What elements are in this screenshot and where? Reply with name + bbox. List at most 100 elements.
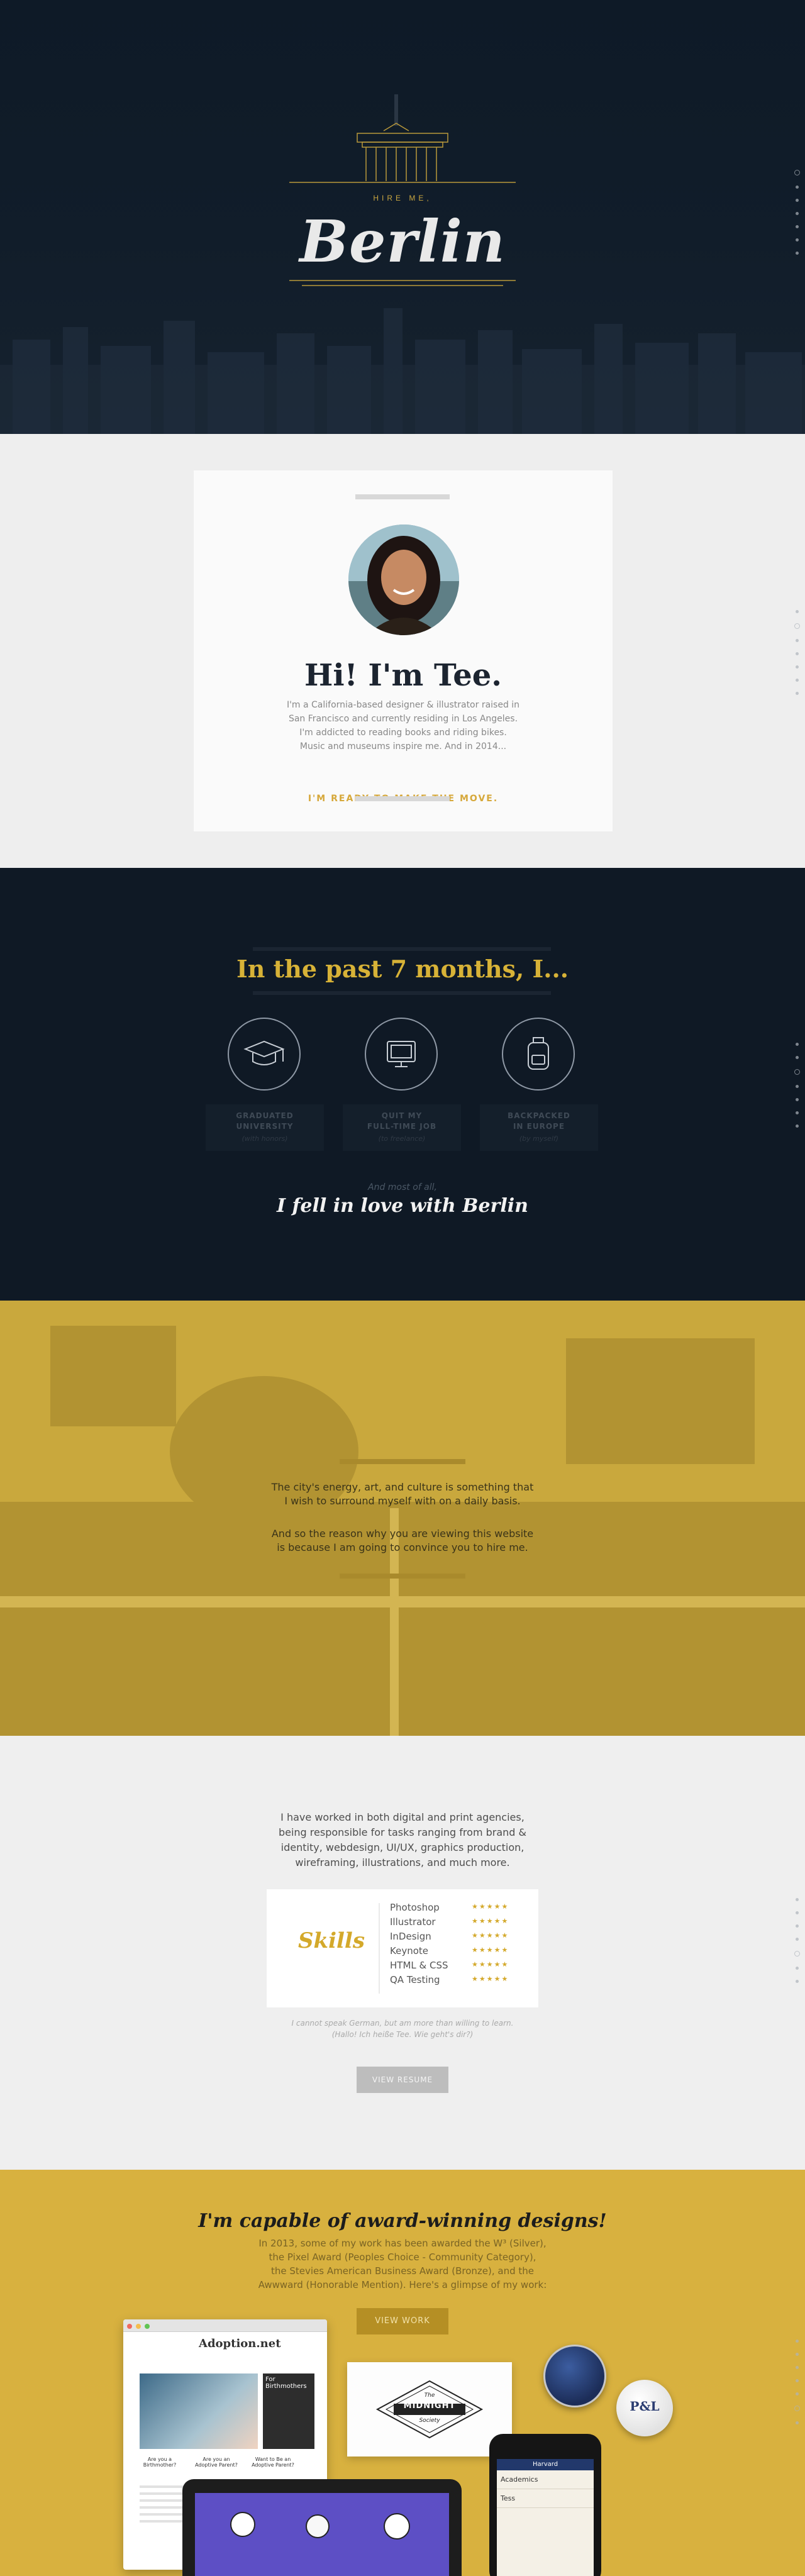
nav-dot[interactable] — [795, 2421, 799, 2424]
nav-dot[interactable] — [795, 2379, 799, 2382]
nav-dot[interactable] — [795, 1043, 799, 1046]
skill-row: Photoshop ★★★★★ — [390, 1902, 509, 1913]
bio-line: I'm a California-based designer & illust… — [286, 700, 520, 710]
view-work-button[interactable]: VIEW WORK — [357, 2308, 448, 2334]
skill-row: Illustrator ★★★★★ — [390, 1916, 509, 1928]
view-resume-button[interactable]: VIEW RESUME — [357, 2067, 448, 2093]
bio-line: San Francisco and currently residing in … — [288, 714, 518, 724]
hero-title: Berlin — [299, 208, 506, 275]
phone-title: Harvard — [497, 2459, 594, 2470]
hero-section: HIRE ME, Berlin — [0, 0, 805, 434]
city-paragraph-2: And so the reason why you are viewing th… — [271, 1528, 534, 1553]
nav-dot[interactable] — [795, 252, 799, 255]
bio-line: Music and museums inspire me. And in 201… — [299, 741, 507, 752]
mockup-link: Are you a Birthmother? — [143, 2457, 177, 2468]
feature-sub: (to freelance) — [378, 1135, 426, 1143]
mockup-photo — [140, 2373, 258, 2449]
nav-dot[interactable] — [794, 623, 800, 629]
mockup-brand: Adoption.net — [199, 2337, 281, 2350]
nav-dot[interactable] — [795, 1111, 799, 1114]
nav-dot[interactable] — [795, 665, 799, 669]
backpack-icon — [502, 1018, 575, 1091]
feature-backpacked: BACKPACKED IN EUROPE (by myself) — [477, 1018, 602, 1151]
nav-dot[interactable] — [795, 2392, 799, 2396]
mockup-link: Want to Be an Adoptive Parent? — [252, 2457, 294, 2468]
feature-graduated: GRADUATED UNIVERSITY (with honors) — [203, 1018, 328, 1151]
feature-sub: (by myself) — [519, 1135, 559, 1143]
nav-dot[interactable] — [795, 1898, 799, 1901]
nav-dot[interactable] — [795, 692, 799, 695]
divider — [379, 1903, 380, 1994]
graduation-cap-icon — [228, 1018, 301, 1091]
skills-title: Skills — [297, 1928, 365, 1953]
skills-section: I have worked in both digital and print … — [0, 1736, 805, 2170]
nav-dot[interactable] — [795, 199, 799, 202]
nav-dot[interactable] — [795, 2366, 799, 2369]
intro-bio: I'm a California-based designer & illust… — [277, 698, 529, 753]
section-nav-dots[interactable] — [794, 1898, 800, 1993]
phone-row: Tess — [497, 2489, 594, 2508]
nav-dot[interactable] — [795, 186, 799, 189]
nav-dot[interactable] — [794, 1951, 800, 1957]
nav-dot[interactable] — [795, 1967, 799, 1970]
section-nav-dots[interactable] — [794, 170, 800, 265]
section-nav-dots[interactable] — [794, 610, 800, 705]
nav-dot[interactable] — [795, 225, 799, 228]
feature-label: GRADUATED UNIVERSITY — [236, 1111, 294, 1131]
nav-dot[interactable] — [794, 170, 800, 175]
nav-dot[interactable] — [794, 1069, 800, 1075]
nav-dot[interactable] — [795, 1938, 799, 1941]
midnight-title: MIDNIGHT — [403, 2401, 456, 2411]
nav-dot[interactable] — [795, 639, 799, 642]
phone-screen: Harvard Academics Tess — [497, 2459, 594, 2576]
mockup-sidebar: For Birthmothers — [263, 2373, 314, 2449]
awards-section: I'm capable of award-winning designs! In… — [0, 2170, 805, 2576]
skills-intro: I have worked in both digital and print … — [278, 1811, 527, 1868]
past-section: In the past 7 months, I... GRADUATED UNIV… — [0, 868, 805, 1301]
nav-dot[interactable] — [795, 1124, 799, 1128]
nav-dot[interactable] — [795, 1085, 799, 1088]
bio-line: I'm addicted to reading books and riding… — [299, 728, 507, 738]
nav-dot[interactable] — [795, 238, 799, 242]
midnight-top: The — [424, 2392, 435, 2399]
nav-dot[interactable] — [795, 1924, 799, 1928]
nav-dot[interactable] — [795, 212, 799, 215]
most-of-all: And most of all, — [368, 1182, 437, 1192]
divider — [253, 991, 551, 995]
monitor-icon — [365, 1018, 438, 1091]
section-nav-dots[interactable] — [794, 1043, 800, 1138]
love-berlin: I fell in love with Berlin — [277, 1195, 528, 1217]
feature-quit-job: QUIT MY FULL-TIME JOB (to freelance) — [340, 1018, 465, 1151]
intro-heading: Hi! I'm Tee. — [304, 658, 502, 693]
character-figure — [306, 2514, 330, 2538]
divider — [340, 1459, 465, 1464]
phone-mockup: Harvard Academics Tess — [489, 2434, 601, 2576]
divider — [340, 1574, 465, 1579]
nav-dot[interactable] — [795, 610, 799, 613]
character-figure — [384, 2513, 410, 2540]
nav-dot[interactable] — [794, 2406, 800, 2411]
skill-row: QA Testing ★★★★★ — [390, 1974, 509, 1985]
city-paragraph-1: The city's energy, art, and culture is s… — [271, 1481, 534, 1507]
nav-dot[interactable] — [795, 1980, 799, 1983]
divider — [355, 494, 450, 499]
nav-dot[interactable] — [795, 1056, 799, 1059]
nav-dot[interactable] — [795, 1098, 799, 1101]
language-note: I cannot speak German, but am more than … — [291, 2019, 514, 2039]
skill-row: InDesign ★★★★★ — [390, 1931, 509, 1942]
avatar — [348, 525, 459, 635]
awards-intro: In 2013, some of my work has been awarde… — [258, 2238, 547, 2290]
section-nav-dots[interactable] — [794, 2340, 800, 2434]
intro-card: Hi! I'm Tee. I'm a California-based desi… — [194, 470, 613, 831]
nav-dot[interactable] — [795, 2340, 799, 2343]
nav-dot[interactable] — [795, 1911, 799, 1914]
skills-card: Skills Photoshop ★★★★★ Illustrator ★★★★★ I… — [267, 1889, 538, 2007]
hero-logo: HIRE ME, Berlin — [289, 94, 516, 296]
skill-row: Keynote ★★★★★ — [390, 1945, 509, 1957]
nav-dot[interactable] — [795, 2353, 799, 2356]
portrait-image — [348, 525, 459, 635]
character-figure — [230, 2512, 255, 2537]
nav-dot[interactable] — [795, 652, 799, 655]
midnight-bottom: Society — [419, 2418, 440, 2424]
nav-dot[interactable] — [795, 679, 799, 682]
